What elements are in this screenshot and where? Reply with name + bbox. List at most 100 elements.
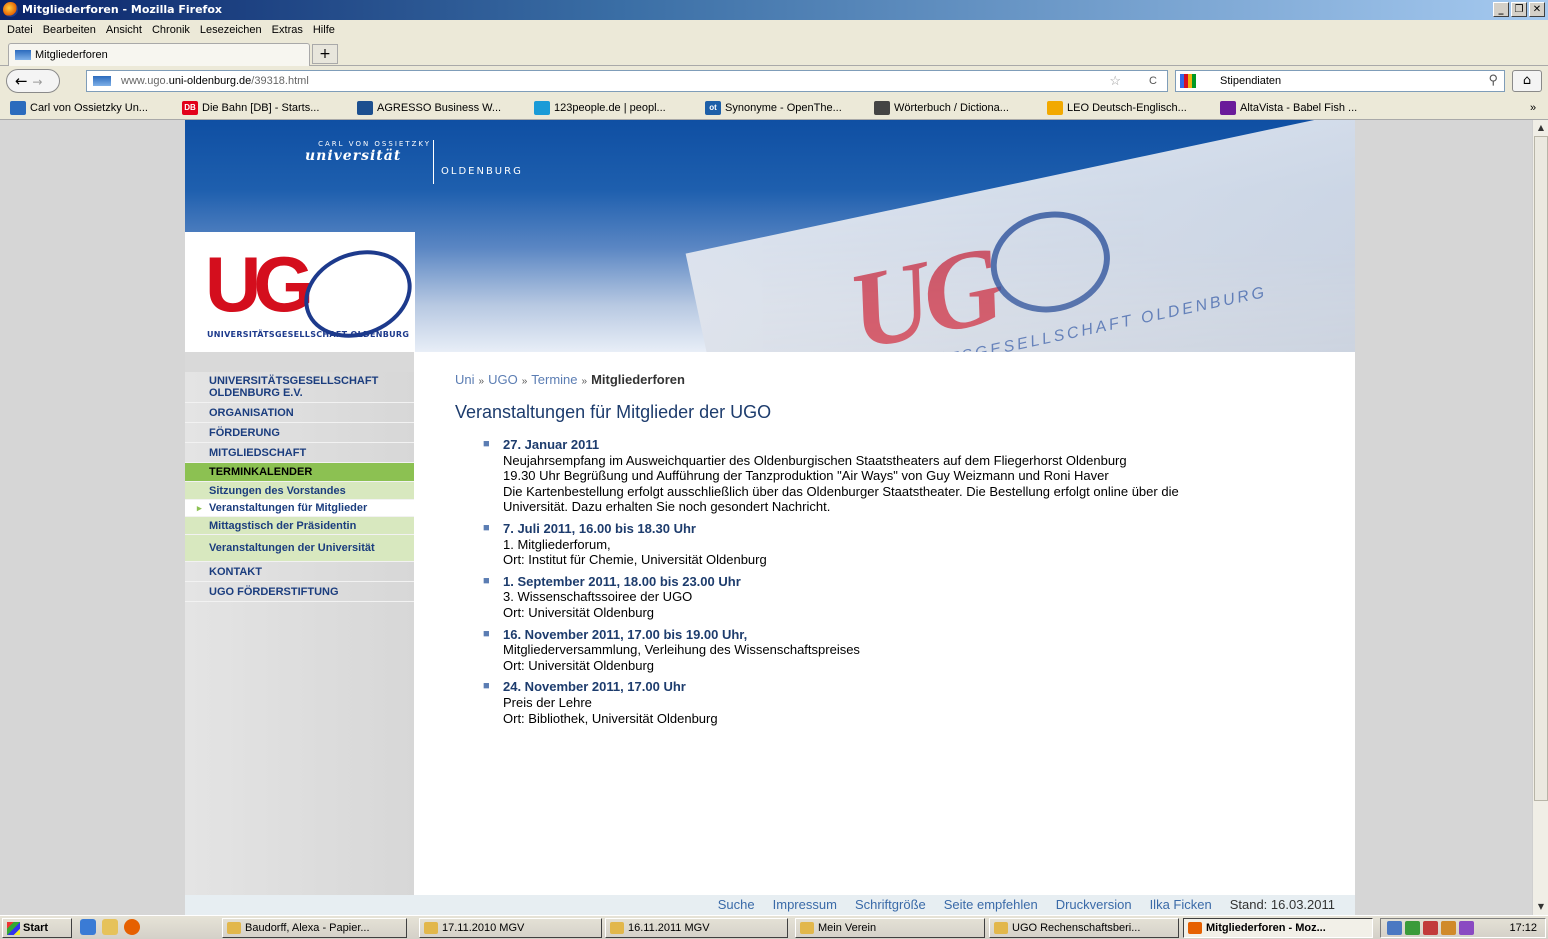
page-footer: Suche Impressum Schriftgröße Seite empfe… — [185, 895, 1355, 915]
taskbar-button-label: 16.11.2011 MGV — [628, 922, 710, 934]
taskbar-button[interactable]: 17.11.2010 MGV — [419, 918, 602, 938]
sidebar-item[interactable]: MITGLIEDSCHAFT — [185, 443, 414, 463]
maximize-button[interactable]: ❐ — [1511, 2, 1527, 17]
sidebar-item[interactable]: Veranstaltungen der Universität — [185, 535, 414, 562]
sidebar-navigation: UNIVERSITÄTSGESELLSCHAFT OLDENBURG E.V. O… — [185, 352, 414, 895]
start-button[interactable]: Start — [2, 918, 72, 938]
ie-icon[interactable] — [80, 919, 96, 935]
system-tray: 17:12 — [1380, 918, 1546, 938]
menu-bearbeiten[interactable]: Bearbeiten — [40, 20, 103, 40]
university-logo[interactable]: CARL VON OSSIETZKY universität OLDENBURG — [305, 140, 521, 184]
menu-datei[interactable]: Datei — [4, 20, 40, 40]
event-date: 7. Juli 2011, 16.00 bis 18.30 Uhr — [503, 520, 696, 536]
ugo-logo[interactable]: UG UNIVERSITÄTSGESELLSCHAFT OLDENBURG — [185, 232, 425, 352]
menu-hilfe[interactable]: Hilfe — [310, 20, 342, 40]
footer-link-suche[interactable]: Suche — [718, 895, 755, 915]
new-tab-button[interactable]: + — [312, 44, 338, 64]
bookmarks-overflow-icon[interactable]: » — [1530, 96, 1536, 119]
event-description-line: 3. Wissenschaftssoiree der UGO — [503, 589, 693, 605]
url-bar[interactable]: www.ugo.uni-oldenburg.de/39318.html ☆ C — [86, 70, 1168, 92]
event-item: ■ 1. September 2011, 18.00 bis 23.00 Uhr 3… — [483, 574, 1315, 621]
menu-bar: Datei Bearbeiten Ansicht Chronik Lesezei… — [0, 20, 1548, 40]
sidebar-item[interactable]: ▸ Veranstaltungen für Mitglieder — [185, 500, 414, 517]
bookmark-item[interactable]: ot Synonyme - OpenThe... — [705, 96, 842, 119]
event-description-line: Ort: Institut für Chemie, Universität Ol… — [503, 552, 767, 568]
scrollbar-thumb[interactable] — [1534, 136, 1548, 801]
taskbar-button-label: Baudorff, Alexa - Papier... — [245, 922, 370, 934]
site-identity-icon[interactable] — [93, 76, 111, 86]
footer-link-schriftgroesse[interactable]: Schriftgröße — [855, 895, 926, 915]
footer-links: Suche Impressum Schriftgröße Seite empfe… — [718, 895, 1335, 915]
taskbar-button[interactable]: Baudorff, Alexa - Papier... — [222, 918, 407, 938]
taskbar-button[interactable]: 16.11.2011 MGV — [605, 918, 788, 938]
firefox-launch-icon[interactable] — [124, 919, 140, 935]
sidebar-item[interactable]: Sitzungen des Vorstandes — [185, 482, 414, 500]
bookmark-item[interactable]: Carl von Ossietzky Un... — [10, 96, 148, 119]
network-icon[interactable] — [1387, 921, 1402, 935]
bookmark-item[interactable]: Wörterbuch / Dictiona... — [874, 96, 1009, 119]
search-input[interactable]: Stipendiaten — [1220, 75, 1281, 87]
bookmark-item[interactable]: LEO Deutsch-Englisch... — [1047, 96, 1187, 119]
breadcrumb-termine[interactable]: Termine — [531, 372, 577, 387]
breadcrumb-separator: » — [478, 376, 485, 387]
bookmark-item[interactable]: DB Die Bahn [DB] - Starts... — [182, 96, 319, 119]
event-description-line: Mitgliederversammlung, Verleihung des Wi… — [503, 642, 860, 658]
tab-mitgliederforen[interactable]: Mitgliederforen — [8, 43, 310, 66]
google-engine-icon[interactable] — [1180, 74, 1196, 88]
alert-icon[interactable] — [1459, 921, 1474, 935]
vertical-scrollbar[interactable]: ▲ ▼ — [1532, 120, 1548, 915]
quick-launch — [80, 919, 140, 935]
bookmarks-toolbar: Carl von Ossietzky Un... DB Die Bahn [DB] … — [0, 96, 1548, 120]
windows-taskbar: Start 17:12 Baudorff, Alexa - Papier... 1… — [0, 915, 1548, 939]
scroll-up-icon[interactable]: ▲ — [1534, 121, 1548, 135]
folder-icon[interactable] — [102, 919, 118, 935]
scroll-down-icon[interactable]: ▼ — [1534, 900, 1548, 914]
uni-logo-divider — [433, 140, 434, 184]
back-arrow-icon[interactable]: ← — [15, 72, 28, 90]
minimize-button[interactable]: _ — [1493, 2, 1509, 17]
menu-extras[interactable]: Extras — [269, 20, 310, 40]
bookmark-item[interactable]: AltaVista - Babel Fish ... — [1220, 96, 1357, 119]
sidebar-item[interactable]: ORGANISATION — [185, 403, 414, 423]
search-icon[interactable]: ⚲ — [1488, 70, 1498, 90]
sidebar-item[interactable]: Mittagstisch der Präsidentin — [185, 517, 414, 535]
footer-link-seite-empfehlen[interactable]: Seite empfehlen — [944, 895, 1038, 915]
home-button[interactable]: ⌂ — [1512, 70, 1542, 92]
bookmark-favicon-icon: ot — [705, 101, 721, 115]
event-description-line: Neujahrsempfang im Ausweichquartier des … — [503, 452, 1127, 468]
bookmark-star-icon[interactable]: ☆ — [1109, 71, 1121, 91]
uni-favicon-icon — [15, 50, 31, 60]
bookmark-favicon-icon — [1220, 101, 1236, 115]
sidebar-item[interactable]: KONTAKT — [185, 562, 414, 582]
security-icon[interactable] — [1405, 921, 1420, 935]
update-icon[interactable] — [1441, 921, 1456, 935]
menu-chronik[interactable]: Chronik — [149, 20, 197, 40]
menu-lesezeichen[interactable]: Lesezeichen — [197, 20, 269, 40]
close-button[interactable]: ✕ — [1529, 2, 1545, 17]
forward-arrow-icon[interactable]: → — [32, 75, 42, 89]
sidebar-item[interactable]: FÖRDERUNG — [185, 423, 414, 443]
footer-link-impressum[interactable]: Impressum — [773, 895, 837, 915]
search-bar[interactable]: Stipendiaten ⚲ — [1175, 70, 1505, 92]
breadcrumb-uni[interactable]: Uni — [455, 372, 475, 387]
taskbar-button[interactable]: UGO Rechenschaftsberi... — [989, 918, 1179, 938]
bookmark-label: 123people.de | peopl... — [554, 102, 666, 114]
taskbar-button[interactable]: Mitgliederforen - Moz... — [1183, 918, 1373, 938]
footer-link-contact-person[interactable]: Ilka Ficken — [1150, 895, 1212, 915]
breadcrumb-ugo[interactable]: UGO — [488, 372, 518, 387]
antivirus-icon[interactable] — [1423, 921, 1438, 935]
bookmark-item[interactable]: 123people.de | peopl... — [534, 96, 666, 119]
reload-icon[interactable]: C — [1149, 71, 1157, 91]
sidebar-item-label: Mittagstisch der Präsidentin — [209, 519, 357, 532]
bookmark-favicon-icon — [1047, 101, 1063, 115]
footer-link-druckversion[interactable]: Druckversion — [1056, 895, 1132, 915]
menu-ansicht[interactable]: Ansicht — [103, 20, 149, 40]
site-header: CARL VON OSSIETZKY universität OLDENBURG… — [185, 120, 1355, 352]
taskbar-button[interactable]: Mein Verein — [795, 918, 985, 938]
sidebar-item[interactable]: UGO FÖRDERSTIFTUNG — [185, 582, 414, 602]
back-forward-buttons[interactable]: ← → — [6, 69, 60, 93]
sidebar-item[interactable]: TERMINKALENDER — [185, 463, 414, 482]
bookmark-item[interactable]: AGRESSO Business W... — [357, 96, 501, 119]
taskbar-button-label: UGO Rechenschaftsberi... — [1012, 922, 1141, 934]
sidebar-item[interactable]: UNIVERSITÄTSGESELLSCHAFT OLDENBURG E.V. — [185, 372, 414, 403]
